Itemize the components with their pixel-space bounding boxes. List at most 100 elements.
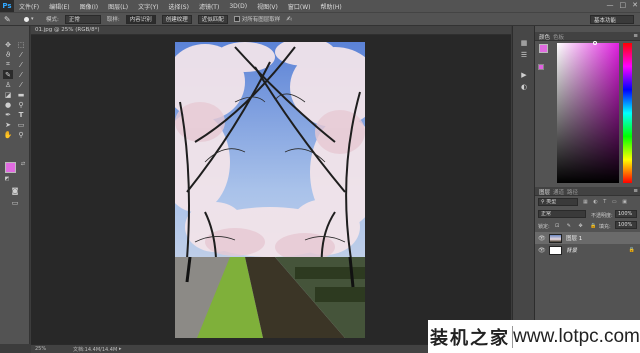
eraser-tool-icon[interactable]: ◪ [3,90,13,99]
blur-tool-icon[interactable]: ● [3,100,13,109]
menu-help[interactable]: 帮助(H) [316,2,347,11]
blend-mode-select[interactable]: 正常 [538,210,586,218]
lock-icon: 🔒 [628,247,635,253]
menu-view[interactable]: 视图(V) [252,2,283,11]
shape-tool-icon[interactable]: ▭ [16,120,26,129]
crop-tool-icon[interactable]: ⌗ [3,60,13,69]
brush-tool-icon[interactable]: ⁄ [16,70,26,79]
mode-select[interactable]: 正常 [64,14,101,24]
screen-mode-icon[interactable]: ▭ [10,198,20,207]
default-colors-icon[interactable]: ◩ [2,174,12,183]
panel-menu-icon[interactable]: ≡ [633,33,638,39]
tab-swatches[interactable]: 色板 [553,33,564,41]
move-tool-icon[interactable]: ✥ [3,40,13,49]
dodge-tool-icon[interactable]: ⚲ [16,100,26,109]
document-tab[interactable]: 01.jpg @ 25% (RGB/8*) [31,26,511,35]
swap-colors-icon[interactable]: ⇄ [18,159,28,168]
hue-slider[interactable] [623,43,632,183]
layers-menu-icon[interactable]: ≡ [633,188,638,194]
opacity-field[interactable]: 100% [615,210,637,218]
layer-kind-label: 类型 [546,199,557,205]
eye-icon[interactable]: 👁 [538,235,546,242]
right-panels: 颜色 色板 ≡ 图层 通道 路径 ≡ ⚲ 类型 ▦ ◐ T ▭ ▣ 正常 不透明… [534,26,640,353]
color-field-cursor [593,41,597,45]
minimize-button[interactable]: — [607,1,614,9]
history-brush-icon[interactable]: ⁄ [16,80,26,89]
zoom-tool-icon[interactable]: ⚲ [16,130,26,139]
maximize-button[interactable]: □ [620,1,627,9]
marquee-tool-icon[interactable]: ⬚ [16,40,26,49]
gradient-tool-icon[interactable]: ▬ [16,90,26,99]
menu-select[interactable]: 选择(S) [163,2,194,11]
type-tool-icon[interactable]: T [16,110,26,119]
eyedropper-tool-icon[interactable]: ⁄ [16,60,26,69]
menu-file[interactable]: 文件(F) [14,2,44,11]
window-controls: — □ ✕ [607,1,639,9]
eye-icon[interactable]: 👁 [538,247,546,254]
zoom-readout[interactable]: 25% [35,346,46,352]
history-panel-icon[interactable]: ▦ [519,38,529,47]
proximity-match-button[interactable]: 近似匹配 [197,14,228,24]
layer-thumbnail [549,245,562,255]
color-panel-foreground-swatch[interactable] [539,44,548,53]
layer-row[interactable]: 👁 图层 1 [535,232,640,244]
color-panel-tabs: 颜色 色板 ≡ [535,32,640,41]
pressure-icon[interactable]: ✍ [286,15,292,23]
layer-filter-icons[interactable]: ▦ ◐ T ▭ ▣ [583,199,629,205]
menu-image[interactable]: 图像(I) [75,2,103,11]
fill-field[interactable]: 100% [615,221,637,229]
layers-panel-tabs: 图层 通道 路径 ≡ [535,187,640,196]
all-layers-option[interactable]: 对所有图层取样 [233,15,281,23]
search-icon: ⚲ [541,199,545,205]
stamp-tool-icon[interactable]: ♙ [3,80,13,89]
color-field[interactable] [557,43,619,183]
adjustments-panel-icon[interactable]: ◐ [519,82,529,91]
layer-name[interactable]: 图层 1 [566,234,582,242]
actions-panel-icon[interactable]: ▶ [519,70,529,79]
quick-select-tool-icon[interactable]: ⁄ [16,50,26,59]
options-bar: ✎ ▾ 模式: 正常 取样: 内容识别 创建纹理 近似匹配 对所有图层取样 ✍ … [0,12,640,26]
document-title: 01.jpg @ 25% (RGB/8*) [35,27,100,33]
path-select-tool-icon[interactable]: ➤ [3,120,13,129]
warning-icon[interactable] [538,64,544,70]
brush-preset-picker[interactable]: ▾ [24,16,40,22]
layer-kind-filter[interactable]: ⚲ 类型 [538,198,578,206]
document-info: 文档:14.4M/14.4M [73,347,118,353]
photoshop-logo: Ps [0,0,14,12]
healing-brush-icon[interactable]: ✎ [4,15,18,24]
photo-canvas[interactable] [175,42,365,338]
menu-type[interactable]: 文字(Y) [133,2,163,11]
quick-mask-icon[interactable]: ◙ [10,186,20,195]
tab-color[interactable]: 颜色 [539,33,550,41]
cherry-blossom-photo [175,42,365,338]
menu-edit[interactable]: 编辑(E) [44,2,74,11]
lock-icons[interactable]: ⊡ ✎ ✥ 🔒 [555,223,600,229]
brush-dot-icon [24,16,29,22]
all-layers-label: 对所有图层取样 [241,17,281,23]
sample-label: 取样: [106,17,120,23]
all-layers-checkbox[interactable] [233,16,240,22]
workspace-select[interactable]: 基本功能 [590,15,634,24]
create-texture-button[interactable]: 创建纹理 [161,14,192,24]
pen-tool-icon[interactable]: ✒ [3,110,13,119]
menu-layer[interactable]: 图层(L) [103,2,133,11]
toolbar: ✥ ⬚ ϑ ⁄ ⌗ ⁄ ✎ ⁄ ♙ ⁄ ◪ ▬ ● ⚲ ✒ T ➤ ▭ ✋ ⚲ … [0,26,30,344]
content-aware-button[interactable]: 内容识别 [125,14,156,24]
foreground-color-swatch[interactable] [5,162,16,173]
hand-tool-icon[interactable]: ✋ [3,130,13,139]
lasso-tool-icon[interactable]: ϑ [3,50,13,59]
close-button[interactable]: ✕ [632,1,638,9]
tab-channels[interactable]: 通道 [553,188,564,196]
menu-window[interactable]: 窗口(W) [283,2,316,11]
status-arrow-icon[interactable]: ▸ [119,346,122,352]
menu-filter[interactable]: 滤镜(T) [194,2,224,11]
layer-name[interactable]: 背景 [566,246,577,254]
opacity-label: 不透明度: [591,213,613,219]
tab-paths[interactable]: 路径 [567,188,578,196]
menu-3d[interactable]: 3D(D) [224,3,252,10]
tab-layers[interactable]: 图层 [539,188,550,196]
layer-row[interactable]: 👁 背景 🔒 [535,244,640,256]
healing-tool-icon[interactable]: ✎ [3,70,13,79]
lock-label: 锁定: [538,224,550,230]
properties-panel-icon[interactable]: ☰ [519,50,529,59]
